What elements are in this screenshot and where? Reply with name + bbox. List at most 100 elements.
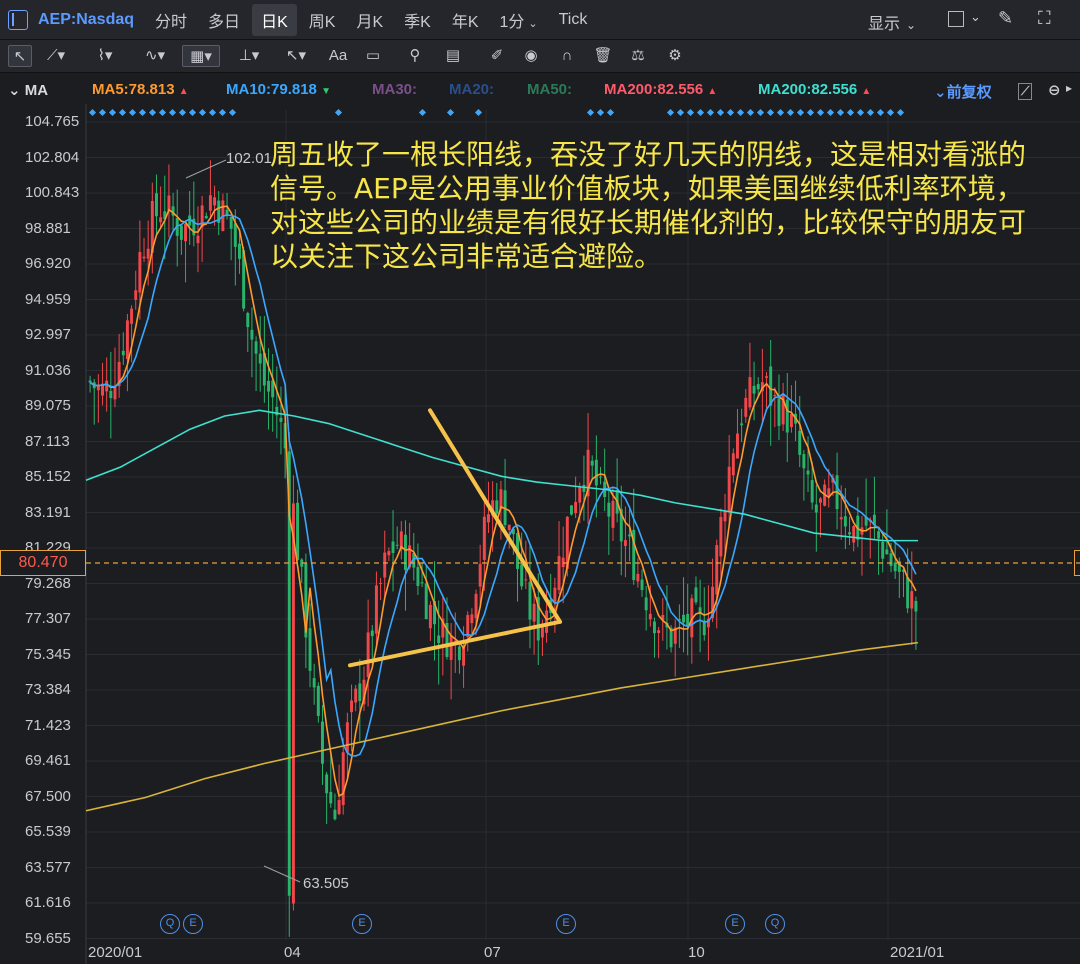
- candle-body: [914, 600, 918, 612]
- event-marker-icon: [88, 108, 97, 117]
- y-axis-tick: 63.577: [25, 858, 71, 876]
- period-dropdown[interactable]: 1分 ⌄: [491, 4, 547, 36]
- trash-icon[interactable]: 🗑: [592, 45, 614, 67]
- fullscreen-icon[interactable]: ⛶: [1038, 8, 1051, 29]
- event-marker-icon: [148, 108, 157, 117]
- event-marker-icon: [786, 108, 795, 117]
- fib-tool-icon[interactable]: ▦▾: [182, 45, 220, 67]
- period-tab[interactable]: 多日: [199, 4, 249, 36]
- adjust-dropdown[interactable]: ⌄前复权: [934, 81, 992, 102]
- y-axis-tick: 71.423: [25, 716, 71, 734]
- earnings-badge[interactable]: Q: [160, 914, 180, 934]
- period-tab[interactable]: 分时: [146, 4, 196, 36]
- trendline-upper: [428, 408, 562, 624]
- up-arrow-icon: ▲: [707, 86, 718, 97]
- draw-pen-icon[interactable]: ✎: [998, 8, 1013, 29]
- candle-body: [843, 516, 847, 527]
- candle-body: [159, 217, 163, 223]
- wave-tool-icon[interactable]: ∿▾: [136, 45, 174, 67]
- gear-icon[interactable]: ⚙: [664, 45, 686, 67]
- log-scale-icon[interactable]: ⟋: [1018, 83, 1033, 100]
- candle-body: [877, 531, 881, 539]
- candle-body: [748, 377, 752, 408]
- event-marker-icon: [334, 108, 343, 117]
- candle-body: [179, 225, 183, 240]
- event-marker-icon: [446, 108, 455, 117]
- event-marker-icon: [836, 108, 845, 117]
- candle-body: [653, 621, 656, 634]
- x-axis-label: 2021/01: [890, 944, 945, 961]
- sync-icon[interactable]: ⚖: [626, 45, 650, 67]
- earnings-badge[interactable]: Q: [765, 914, 785, 934]
- event-marker-icon: [866, 108, 875, 117]
- candle-body: [686, 613, 690, 627]
- period-tab[interactable]: 季K: [395, 4, 440, 36]
- symbol-label[interactable]: AEP:Nasdaq: [38, 11, 134, 29]
- eye-icon[interactable]: ◉: [520, 45, 542, 67]
- ma200a-value: MA200:82.556 ▲: [604, 81, 717, 98]
- candle-body: [785, 399, 789, 433]
- magnet-icon[interactable]: ∩: [556, 45, 578, 67]
- event-marker-icon: [876, 108, 885, 117]
- event-marker-icon: [606, 108, 615, 117]
- drawing-toolbar: ↖ ⟋▾ ⌇▾ ∿▾ ▦▾ ⊥▾ ↖▾ Aa ▭ ⚲ ▤ ✐ ◉ ∩ 🗑 ⚖ ⚙: [0, 40, 1080, 73]
- candle-body: [765, 376, 768, 378]
- candle-body: [279, 417, 283, 422]
- magnify-icon[interactable]: ⚲: [404, 45, 426, 67]
- collapse-icon[interactable]: ⊖: [1048, 81, 1061, 99]
- candle-body: [358, 683, 362, 701]
- period-tab[interactable]: Tick: [550, 7, 597, 33]
- candle-body: [648, 613, 652, 620]
- display-dropdown[interactable]: 显示 ⌄: [868, 10, 916, 34]
- candle-body: [138, 252, 142, 293]
- more-icon[interactable]: ▸: [1066, 81, 1072, 95]
- eraser-icon[interactable]: ✐: [486, 45, 508, 67]
- candle-body: [827, 488, 831, 496]
- y-axis-tick: 89.075: [25, 397, 71, 414]
- candle-body: [462, 646, 466, 666]
- event-marker-icon: [198, 108, 207, 117]
- y-axis-tick: 69.461: [25, 752, 71, 769]
- y-axis-tick: 92.997: [25, 326, 71, 343]
- polyline-tool-icon[interactable]: ⌇▾: [88, 45, 122, 67]
- event-marker-icon: [118, 108, 127, 117]
- candle-body: [130, 308, 134, 324]
- ma-legend-bar: ⌄ MA MA5:78.813 ▲ MA10:79.818 ▼ MA30: MA…: [0, 74, 1080, 104]
- up-arrow-icon: ▲: [861, 86, 872, 97]
- candle-body: [740, 423, 744, 426]
- y-axis-tick: 94.959: [25, 290, 71, 308]
- candle-body: [254, 341, 258, 354]
- current-price-tag: 80.470: [0, 550, 86, 576]
- cursor-icon[interactable]: ↖: [8, 45, 32, 67]
- line-tool-icon[interactable]: ⟋▾: [42, 45, 70, 67]
- earnings-badge[interactable]: E: [183, 914, 203, 934]
- y-axis-tick: 59.655: [25, 929, 71, 947]
- period-tab[interactable]: 年K: [443, 4, 488, 36]
- event-marker-icon: [756, 108, 765, 117]
- comment-icon[interactable]: ▭: [362, 45, 384, 67]
- horizontal-line-icon[interactable]: ⊥▾: [234, 45, 264, 67]
- y-axis-tick: 65.539: [25, 823, 71, 840]
- candle-body: [470, 614, 474, 624]
- event-marker-icon: [168, 108, 177, 117]
- period-tab[interactable]: 月K: [347, 4, 392, 36]
- candle-body: [806, 470, 810, 475]
- period-tab-active[interactable]: 日K: [252, 3, 297, 36]
- ma-selector[interactable]: ⌄ MA: [8, 81, 48, 99]
- candle-body: [881, 541, 885, 559]
- earnings-badge[interactable]: E: [556, 914, 576, 934]
- candle-body: [839, 517, 843, 520]
- earnings-badge[interactable]: E: [725, 914, 745, 934]
- measure-icon[interactable]: ▤: [440, 45, 466, 67]
- candle-body: [416, 567, 420, 586]
- candle-body: [308, 628, 312, 671]
- sidebar-toggle-icon[interactable]: [8, 9, 28, 30]
- period-tab[interactable]: 周K: [300, 4, 345, 36]
- candle-body: [723, 511, 727, 522]
- earnings-badge[interactable]: E: [352, 914, 372, 934]
- chevron-down-icon[interactable]: ⌄: [970, 9, 981, 25]
- arrow-tool-icon[interactable]: ↖▾: [280, 45, 312, 67]
- candle-body: [146, 248, 150, 259]
- text-tool-icon[interactable]: Aa: [326, 45, 350, 67]
- window-layout-icon[interactable]: [948, 11, 964, 27]
